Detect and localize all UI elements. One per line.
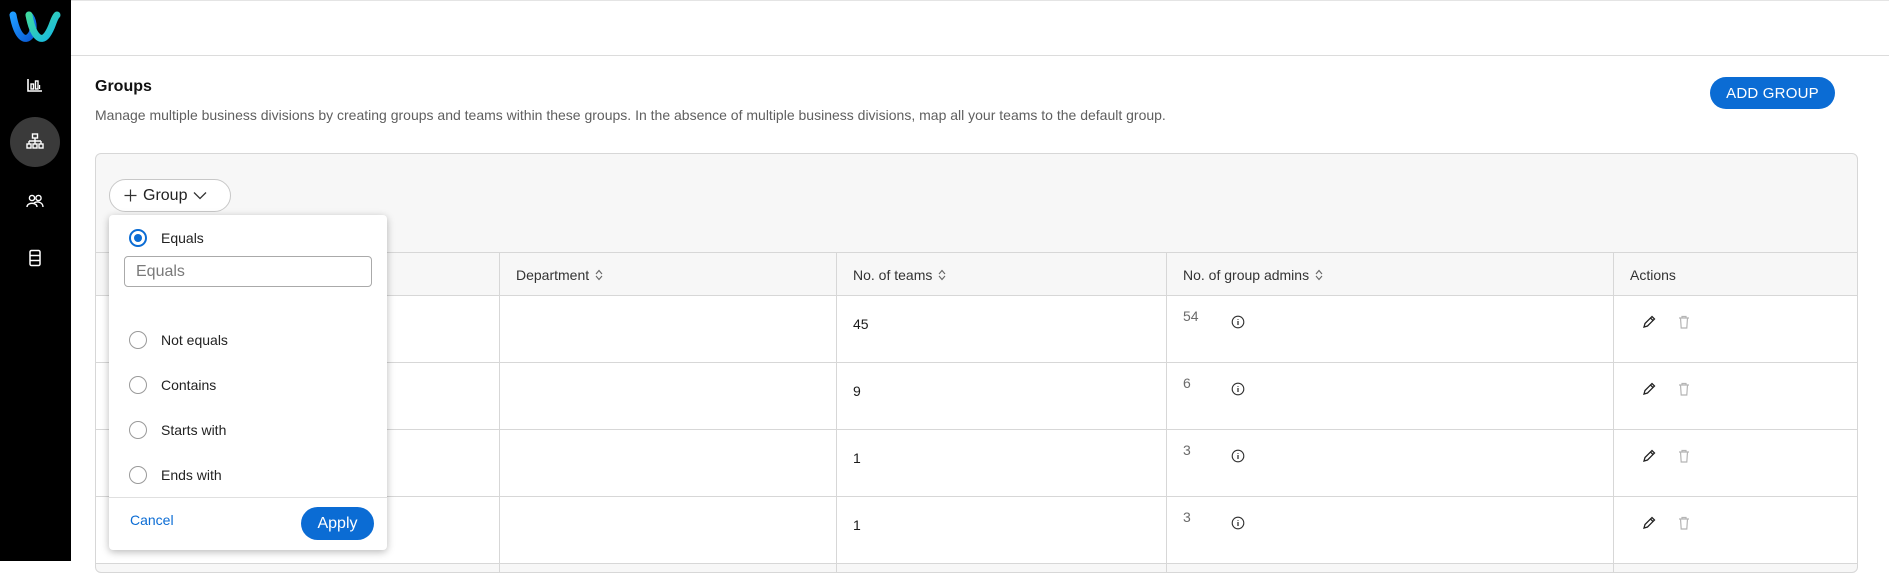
column-divider xyxy=(499,252,500,572)
chevron-down-icon xyxy=(194,192,207,200)
nav-groups[interactable] xyxy=(10,117,60,167)
column-divider xyxy=(1166,252,1167,572)
delete-icon[interactable] xyxy=(1676,314,1692,330)
top-bar xyxy=(71,0,1889,56)
webex-logo-icon xyxy=(9,11,61,42)
column-header-teams[interactable]: No. of teams xyxy=(853,253,946,297)
admins-count: 54 xyxy=(1183,308,1199,324)
teams-count: 1 xyxy=(853,517,861,533)
users-icon xyxy=(26,194,44,208)
radio-unselected[interactable] xyxy=(129,466,147,484)
info-icon[interactable] xyxy=(1231,516,1245,530)
edit-icon[interactable] xyxy=(1641,314,1657,330)
edit-icon[interactable] xyxy=(1641,448,1657,464)
filter-chip-label: Group xyxy=(143,186,188,204)
apply-button[interactable]: Apply xyxy=(301,507,374,540)
option-starts-with[interactable]: Starts with xyxy=(129,420,226,440)
dropdown-divider xyxy=(109,497,387,498)
nav-users[interactable] xyxy=(10,176,60,226)
column-header-actions: Actions xyxy=(1630,267,1676,283)
database-icon xyxy=(29,249,41,267)
teams-count: 45 xyxy=(853,316,869,332)
add-group-button[interactable]: ADD GROUP xyxy=(1710,77,1835,109)
column-header-group-admins[interactable]: No. of group admins xyxy=(1183,253,1323,297)
sort-icon xyxy=(938,269,946,281)
info-icon[interactable] xyxy=(1231,315,1245,329)
radio-unselected[interactable] xyxy=(129,331,147,349)
filter-dropdown: Equals Not equals Contains Starts with E… xyxy=(109,215,387,550)
page-description: Manage multiple business divisions by cr… xyxy=(95,107,1166,123)
teams-count: 1 xyxy=(853,450,861,466)
column-divider xyxy=(836,252,837,572)
teams-count: 9 xyxy=(853,383,861,399)
admins-count: 3 xyxy=(1183,442,1191,458)
radio-selected[interactable] xyxy=(129,229,147,247)
edit-icon[interactable] xyxy=(1641,381,1657,397)
delete-icon[interactable] xyxy=(1676,448,1692,464)
sort-icon xyxy=(595,269,603,281)
plus-icon xyxy=(124,189,137,202)
column-divider xyxy=(1613,252,1614,572)
option-equals[interactable]: Equals xyxy=(129,228,204,248)
filter-value-input[interactable] xyxy=(124,256,372,287)
info-icon[interactable] xyxy=(1231,449,1245,463)
sort-icon xyxy=(1315,269,1323,281)
admins-count: 3 xyxy=(1183,509,1191,525)
admins-count: 6 xyxy=(1183,375,1191,391)
cancel-button[interactable]: Cancel xyxy=(130,512,174,528)
analytics-icon xyxy=(27,79,42,92)
delete-icon[interactable] xyxy=(1676,515,1692,531)
nav-analytics[interactable] xyxy=(10,60,60,110)
left-nav-rail xyxy=(0,0,71,561)
option-ends-with[interactable]: Ends with xyxy=(129,465,222,485)
group-filter-chip[interactable]: Group xyxy=(109,179,231,212)
page-title: Groups xyxy=(95,78,152,95)
radio-unselected[interactable] xyxy=(129,376,147,394)
option-contains[interactable]: Contains xyxy=(129,375,216,395)
org-hierarchy-icon xyxy=(26,133,44,149)
nav-data[interactable] xyxy=(10,233,60,283)
info-icon[interactable] xyxy=(1231,382,1245,396)
edit-icon[interactable] xyxy=(1641,515,1657,531)
delete-icon[interactable] xyxy=(1676,381,1692,397)
radio-unselected[interactable] xyxy=(129,421,147,439)
column-header-department[interactable]: Department xyxy=(516,253,603,297)
option-not-equals[interactable]: Not equals xyxy=(129,330,228,350)
